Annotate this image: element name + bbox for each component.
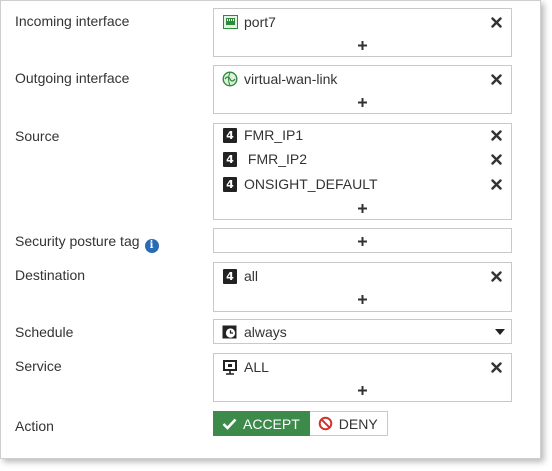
source-label: Source xyxy=(15,128,60,144)
source-value: FMR_IP1 xyxy=(244,127,304,143)
sd-wan-icon xyxy=(222,71,238,87)
security-posture-tag-text: Security posture tag xyxy=(15,233,140,249)
accept-label: ACCEPT xyxy=(243,415,300,432)
add-destination-plus-icon[interactable] xyxy=(214,291,511,307)
add-source-plus-icon[interactable] xyxy=(214,200,511,216)
remove-icon[interactable] xyxy=(489,360,503,374)
remove-icon[interactable] xyxy=(489,15,503,29)
policy-form: Incoming interface port7 Outgoing interf… xyxy=(0,0,541,459)
source-entry[interactable]: 4 ONSIGHT_DEFAULT xyxy=(222,174,503,194)
remove-icon[interactable] xyxy=(489,269,503,283)
security-posture-tag-field[interactable] xyxy=(213,228,512,253)
port-icon xyxy=(222,14,238,30)
outgoing-interface-field[interactable]: virtual-wan-link xyxy=(213,65,512,114)
service-icon xyxy=(222,359,238,375)
schedule-icon xyxy=(222,324,238,340)
deny-icon xyxy=(318,416,333,431)
add-posture-plus-icon[interactable] xyxy=(214,233,511,249)
remove-icon[interactable] xyxy=(489,152,503,166)
action-label: Action xyxy=(15,418,54,434)
schedule-label: Schedule xyxy=(15,324,74,340)
service-label: Service xyxy=(15,358,62,374)
destination-field[interactable]: 4 all xyxy=(213,262,512,312)
remove-icon[interactable] xyxy=(489,128,503,142)
incoming-interface-entry[interactable]: port7 xyxy=(222,12,503,32)
service-field[interactable]: ALL xyxy=(213,353,512,402)
security-posture-tag-label: Security posture tag i xyxy=(15,233,159,253)
outgoing-interface-entry[interactable]: virtual-wan-link xyxy=(222,69,503,89)
remove-icon[interactable] xyxy=(489,177,503,191)
ipv4-address-icon: 4 xyxy=(222,176,238,192)
outgoing-interface-label: Outgoing interface xyxy=(15,70,130,86)
outgoing-interface-value: virtual-wan-link xyxy=(244,71,338,87)
action-toggle: ACCEPT DENY xyxy=(213,411,388,436)
destination-label: Destination xyxy=(15,267,86,283)
schedule-value: always xyxy=(244,323,287,340)
accept-button[interactable]: ACCEPT xyxy=(213,411,310,436)
remove-icon[interactable] xyxy=(489,72,503,86)
incoming-interface-value: port7 xyxy=(244,14,276,30)
source-entry[interactable]: 4 FMR_IP1 xyxy=(222,125,503,145)
checkmark-icon xyxy=(222,418,237,430)
chevron-down-icon[interactable] xyxy=(495,328,505,335)
deny-label: DENY xyxy=(338,415,378,432)
ipv4-address-icon: 4 xyxy=(222,268,238,284)
add-service-plus-icon[interactable] xyxy=(214,382,511,398)
info-icon[interactable]: i xyxy=(144,238,159,253)
source-field[interactable]: 4 FMR_IP1 4 FMR_IP2 4 ONSIGHT_DEFAULT xyxy=(213,123,512,220)
add-outgoing-plus-icon[interactable] xyxy=(214,94,511,110)
ipv4-address-icon: 4 xyxy=(222,127,238,143)
add-incoming-plus-icon[interactable] xyxy=(214,37,511,53)
source-value: FMR_IP2 xyxy=(244,151,308,167)
destination-entry[interactable]: 4 all xyxy=(222,266,503,286)
destination-value: all xyxy=(244,268,259,284)
incoming-interface-label: Incoming interface xyxy=(15,13,130,29)
source-entry[interactable]: 4 FMR_IP2 xyxy=(222,149,503,169)
source-value: ONSIGHT_DEFAULT xyxy=(244,176,378,192)
schedule-select[interactable]: always xyxy=(213,319,512,344)
ipv4-address-icon: 4 xyxy=(222,151,238,167)
incoming-interface-field[interactable]: port7 xyxy=(213,8,512,57)
deny-button[interactable]: DENY xyxy=(309,411,388,436)
service-entry[interactable]: ALL xyxy=(222,357,503,377)
service-value: ALL xyxy=(244,359,269,375)
